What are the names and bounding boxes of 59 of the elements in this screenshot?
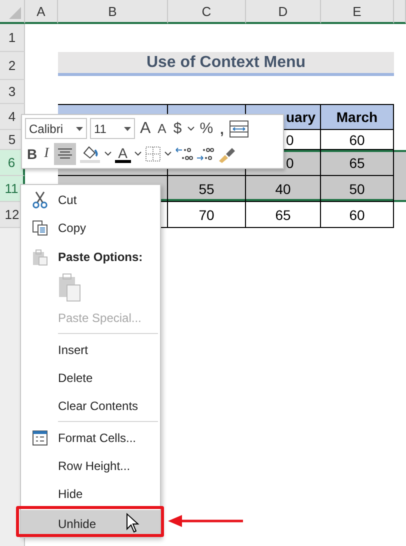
selected-cell [394, 176, 406, 202]
menu-item[interactable]: Clear Contents [21, 392, 160, 420]
menu-item[interactable]: Hide [21, 480, 160, 508]
table-cell: 55 [168, 176, 246, 202]
font-name-field[interactable]: Calibri [25, 118, 87, 140]
align-center-icon [56, 148, 73, 160]
column-header[interactable]: D [246, 0, 321, 24]
dropdown-icon [76, 126, 83, 131]
dropdown-icon [124, 126, 131, 131]
row-header[interactable]: 3 [0, 80, 25, 104]
row-header[interactable]: 1 [0, 24, 25, 52]
caret-icon[interactable] [164, 151, 172, 158]
font-color-button[interactable]: A [114, 146, 131, 163]
table-cell: 70 [168, 202, 246, 228]
select-all-corner[interactable] [0, 0, 25, 24]
sheet-title: Use of Context Menu [58, 52, 394, 76]
table-cell: 65 [321, 150, 394, 176]
table-cell: 65 [246, 202, 321, 228]
percent-button[interactable]: % [198, 118, 216, 140]
column-header[interactable]: E [321, 0, 394, 24]
menu-item[interactable]: Delete [21, 364, 160, 392]
decrease-decimal-icon[interactable] [196, 146, 214, 162]
table-cell: 60 [321, 202, 394, 228]
menu-item[interactable]: Row Height... [21, 452, 160, 480]
bold-button[interactable]: B [25, 143, 40, 166]
font-size-field[interactable]: 11 [90, 118, 135, 140]
currency-button[interactable]: $ [171, 118, 184, 140]
caret-icon[interactable] [186, 126, 195, 132]
grow-font-button[interactable]: A [138, 118, 153, 140]
table-cell: 40 [246, 176, 321, 202]
table-cell: 50 [321, 176, 394, 202]
clipboard-icon [32, 248, 48, 266]
scissors-icon [32, 191, 48, 209]
fill-color-icon[interactable] [78, 144, 101, 164]
row-header[interactable]: 4 [0, 104, 25, 130]
format-cells-icon [32, 430, 48, 446]
column-header[interactable]: C [168, 0, 246, 24]
row-header[interactable]: 2 [0, 52, 25, 80]
align-center-button[interactable] [54, 143, 76, 166]
copy-icon [32, 220, 48, 236]
italic-button[interactable]: I [42, 143, 51, 166]
clipboard-icon[interactable] [58, 273, 82, 303]
wrap-text-icon[interactable] [228, 120, 249, 138]
shrink-font-button[interactable]: A [156, 118, 168, 140]
comma-button[interactable]: , [218, 118, 226, 140]
table-cell: March [321, 104, 394, 130]
caret-icon[interactable] [134, 151, 142, 158]
menu-item[interactable]: Insert [21, 336, 160, 364]
menu-heading: Paste Options: [21, 242, 160, 272]
mouse-cursor-icon [126, 513, 140, 533]
selected-cell [394, 150, 406, 176]
column-header[interactable] [394, 0, 406, 24]
caret-icon[interactable] [104, 151, 112, 158]
corner-triangle-icon [9, 7, 21, 19]
column-header[interactable]: B [58, 0, 168, 24]
paintbrush-icon[interactable] [216, 145, 237, 164]
column-header[interactable]: A [25, 0, 58, 24]
menu-item[interactable]: Format Cells... [21, 424, 160, 452]
increase-decimal-icon[interactable] [174, 146, 193, 162]
